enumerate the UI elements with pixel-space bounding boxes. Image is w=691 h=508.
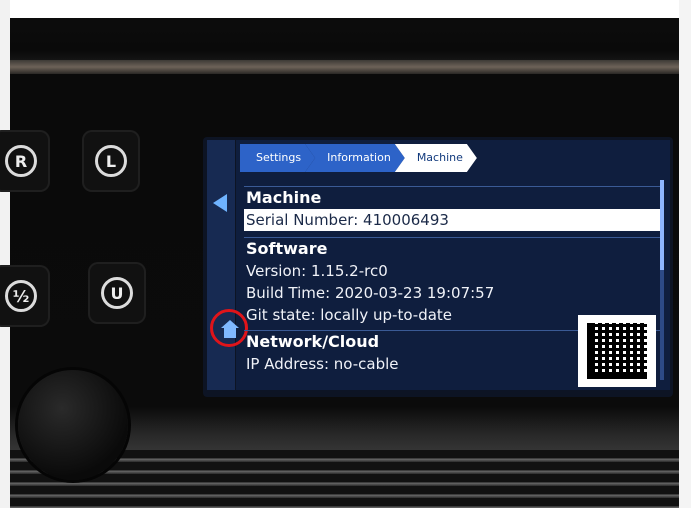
- hw-glyph-l: L: [95, 145, 127, 177]
- hw-glyph-u: U: [101, 277, 133, 309]
- hw-button-u[interactable]: U: [88, 262, 146, 324]
- photo-right-border: [679, 0, 691, 508]
- control-knob[interactable]: [18, 370, 128, 480]
- hw-glyph-r: R: [5, 145, 37, 177]
- hw-button-r[interactable]: R: [0, 130, 50, 192]
- section-title-software: Software: [244, 237, 664, 260]
- version-row[interactable]: Version: 1.15.2-rc0: [244, 260, 664, 282]
- hw-button-l[interactable]: L: [82, 130, 140, 192]
- photo-top-border: [0, 0, 691, 18]
- highlight-circle: [210, 309, 248, 347]
- breadcrumb: Settings Information Machine: [240, 144, 467, 172]
- scrollbar[interactable]: [660, 180, 664, 380]
- qr-code-icon: [578, 315, 656, 387]
- back-arrow-icon[interactable]: [213, 194, 227, 212]
- hw-glyph-half: ½: [5, 280, 37, 312]
- screen-side-rail: [207, 140, 235, 390]
- hw-button-half[interactable]: ½: [0, 265, 50, 327]
- qr-code-pattern: [587, 323, 647, 379]
- photo-left-border: [0, 0, 10, 508]
- build-time-row[interactable]: Build Time: 2020-03-23 19:07:57: [244, 282, 664, 304]
- scrollbar-thumb[interactable]: [660, 180, 664, 270]
- breadcrumb-settings[interactable]: Settings: [240, 144, 315, 172]
- serial-number-row[interactable]: Serial Number: 410006493: [244, 209, 662, 231]
- section-title-machine: Machine: [244, 186, 664, 209]
- breadcrumb-machine[interactable]: Machine: [395, 144, 477, 172]
- breadcrumb-information[interactable]: Information: [305, 144, 405, 172]
- machine-top-rail: [0, 60, 691, 74]
